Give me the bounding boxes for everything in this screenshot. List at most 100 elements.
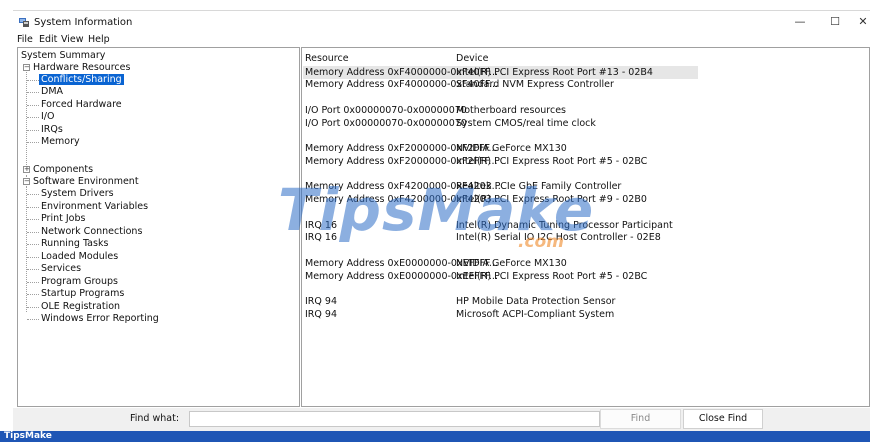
tree-item-memory[interactable]: Memory — [41, 136, 80, 148]
table-cell-device[interactable]: Intel(R) PCI Express Root Port #13 - 02B… — [456, 67, 653, 79]
tree-item-environment-variables[interactable]: Environment Variables — [41, 201, 148, 213]
column-header-resource[interactable]: Resource — [305, 53, 349, 64]
tree-line — [27, 219, 39, 220]
tree-label: Forced Hardware — [41, 99, 122, 110]
title-bar[interactable]: System Information — ☐ ✕ — [13, 11, 870, 33]
tree-label: Windows Error Reporting — [41, 313, 159, 324]
tree-label: OLE Registration — [41, 301, 121, 312]
tree-item-network-connections[interactable]: Network Connections — [41, 226, 142, 238]
tree-item-system-summary[interactable]: System Summary — [21, 50, 105, 62]
tree-label: Components — [33, 164, 94, 175]
tree-label: DMA — [41, 86, 64, 97]
tree-line — [27, 117, 39, 118]
tree-item-startup-programs[interactable]: Startup Programs — [41, 288, 124, 300]
tree-line — [27, 307, 39, 308]
tree-item-system-drivers[interactable]: System Drivers — [41, 188, 114, 200]
tree-label: IRQs — [41, 124, 63, 135]
tree-item-program-groups[interactable]: Program Groups — [41, 276, 118, 288]
table-cell-device[interactable]: Standard NVM Express Controller — [456, 79, 614, 91]
tree-item-loaded-modules[interactable]: Loaded Modules — [41, 251, 118, 263]
tree-label: Print Jobs — [41, 213, 86, 224]
tree-line — [27, 269, 39, 270]
tree-label: I/O — [41, 111, 55, 122]
tree-label: Network Connections — [41, 226, 143, 237]
tree-label: System Summary — [21, 50, 106, 61]
tree-line — [27, 142, 39, 143]
left-margin — [0, 10, 13, 431]
tree-line — [27, 92, 39, 93]
menu-edit[interactable]: Edit — [39, 34, 57, 45]
tree-label: System Drivers — [41, 188, 114, 199]
tree-item-services[interactable]: Services — [41, 263, 81, 275]
collapse-icon[interactable]: − — [23, 64, 30, 71]
top-margin — [0, 0, 870, 10]
close-button[interactable]: ✕ — [846, 12, 870, 32]
close-find-button[interactable]: Close Find — [683, 409, 763, 429]
tree-line — [27, 257, 39, 258]
table-cell-device[interactable]: Intel(R) PCI Express Root Port #5 - 02BC — [456, 156, 647, 168]
tree-item-ole-registration[interactable]: OLE Registration — [41, 301, 120, 313]
tree-label: Loaded Modules — [41, 251, 119, 262]
find-bar: Find what: Find Close Find — [13, 408, 870, 432]
collapse-icon[interactable]: − — [23, 178, 30, 185]
menu-bar: File Edit View Help — [13, 33, 870, 47]
table-cell-device[interactable]: Motherboard resources — [456, 105, 566, 117]
tree-label: Memory — [41, 136, 80, 147]
tree-item-windows-error-reporting[interactable]: Windows Error Reporting — [41, 313, 159, 325]
tree-label: Conflicts/Sharing — [39, 74, 124, 85]
tree-label: Hardware Resources — [33, 62, 131, 73]
tree-line — [27, 80, 39, 81]
menu-view[interactable]: View — [61, 34, 84, 45]
table-cell-resource[interactable]: I/O Port 0x00000070-0x00000070 — [305, 105, 467, 117]
tree-item-conflicts-sharing[interactable]: Conflicts/Sharing — [39, 74, 124, 86]
tree-line — [27, 294, 39, 295]
tree-item-running-tasks[interactable]: Running Tasks — [41, 238, 108, 250]
table-cell-device[interactable]: NVIDIA GeForce MX130 — [456, 258, 567, 270]
tree-line — [27, 130, 39, 131]
tree-line — [27, 105, 39, 106]
tree-item-components[interactable]: Components — [33, 164, 93, 176]
tree-line — [27, 207, 39, 208]
table-cell-device[interactable]: Intel(R) PCI Express Root Port #5 - 02BC — [456, 271, 647, 283]
table-cell-resource[interactable]: I/O Port 0x00000070-0x00000070 — [305, 118, 467, 130]
tree-item-forced-hardware[interactable]: Forced Hardware — [41, 99, 122, 111]
menu-file[interactable]: File — [17, 34, 33, 45]
category-tree[interactable]: System Summary − Hardware Resources Conf… — [17, 47, 300, 407]
system-information-app-icon — [19, 18, 29, 27]
find-what-input[interactable] — [189, 411, 600, 427]
table-cell-device[interactable]: System CMOS/real time clock — [456, 118, 596, 130]
minimize-button[interactable]: — — [783, 12, 817, 32]
expand-icon[interactable]: + — [23, 166, 30, 173]
tree-line — [26, 68, 27, 171]
column-header-device[interactable]: Device — [456, 53, 489, 64]
table-cell-device[interactable]: HP Mobile Data Protection Sensor — [456, 296, 615, 308]
tree-label: Environment Variables — [41, 201, 149, 212]
tree-item-print-jobs[interactable]: Print Jobs — [41, 213, 85, 225]
tree-label: Program Groups — [41, 276, 118, 287]
table-cell-device[interactable]: NVIDIA GeForce MX130 — [456, 143, 567, 155]
tree-item-dma[interactable]: DMA — [41, 86, 63, 98]
tree-label: Startup Programs — [41, 288, 125, 299]
tree-line — [27, 319, 39, 320]
tree-item-software-environment[interactable]: Software Environment — [33, 176, 139, 188]
tree-line — [27, 194, 39, 195]
menu-help[interactable]: Help — [88, 34, 110, 45]
tree-line — [27, 282, 39, 283]
tree-label: Services — [41, 263, 82, 274]
footer-brand: TipsMake — [4, 431, 52, 441]
window-title: System Information — [34, 17, 133, 28]
table-cell-device[interactable]: Microsoft ACPI-Compliant System — [456, 309, 614, 321]
watermark-suffix: .com — [518, 232, 564, 252]
tree-item-io[interactable]: I/O — [41, 111, 54, 123]
find-what-label: Find what: — [130, 413, 180, 424]
find-button[interactable]: Find — [600, 409, 681, 429]
tree-item-hardware-resources[interactable]: Hardware Resources — [33, 62, 130, 74]
tree-line — [27, 244, 39, 245]
footer-bar: TipsMake — [0, 431, 870, 442]
table-cell-resource[interactable]: IRQ 94 — [305, 309, 337, 321]
tree-item-irqs[interactable]: IRQs — [41, 124, 63, 136]
tree-line — [27, 232, 39, 233]
table-cell-resource[interactable]: IRQ 94 — [305, 296, 337, 308]
tree-label: Running Tasks — [41, 238, 109, 249]
tree-label: Software Environment — [33, 176, 139, 187]
